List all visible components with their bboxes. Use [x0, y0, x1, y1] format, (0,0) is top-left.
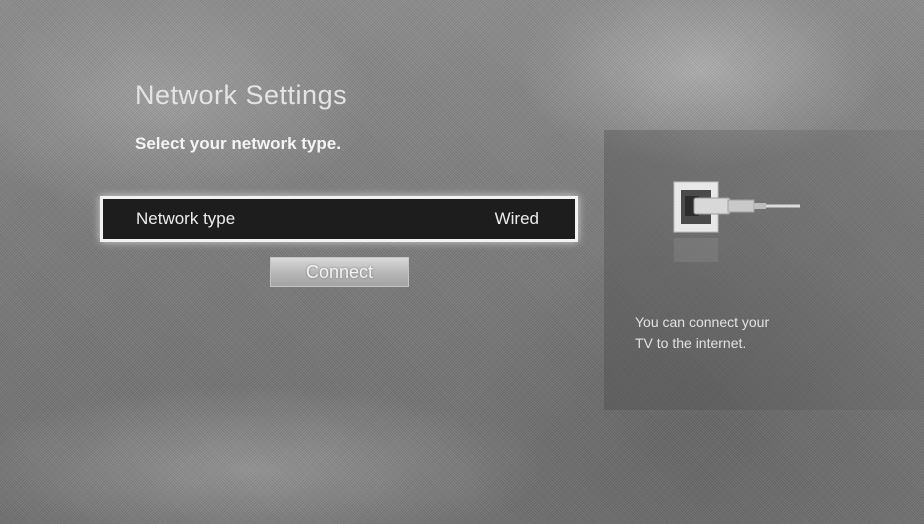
info-text-line: You can connect your [635, 314, 770, 330]
ethernet-plug-icon [672, 178, 802, 268]
page-title: Network Settings [135, 80, 348, 110]
info-side-panel [604, 130, 924, 410]
network-type-selector[interactable]: Network type Wired [100, 196, 578, 242]
network-type-label: Network type [136, 209, 236, 228]
info-text-line: TV to the internet. [635, 335, 747, 351]
network-type-value: Wired [494, 209, 539, 228]
info-text: You can connect your TV to the internet. [635, 312, 835, 354]
connect-button[interactable]: Connect [270, 257, 409, 287]
network-settings-screen: Network Settings Select your network typ… [0, 0, 924, 524]
network-type-prompt: Select your network type. [135, 134, 341, 153]
